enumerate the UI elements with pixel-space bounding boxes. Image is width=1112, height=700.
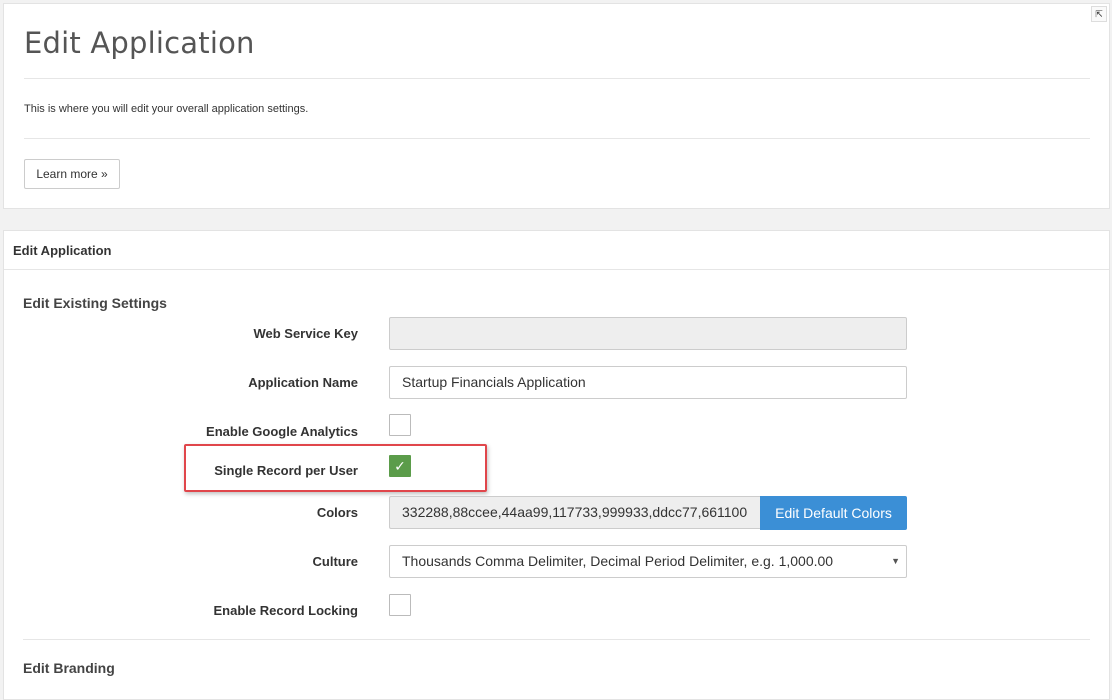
colors-label: Colors — [316, 505, 358, 520]
section-title-existing-settings: Edit Existing Settings — [23, 295, 167, 311]
single-record-label: Single Record per User — [214, 463, 358, 478]
check-icon: ✓ — [394, 458, 406, 474]
page-title: Edit Application — [24, 26, 255, 60]
web-service-key-label: Web Service Key — [253, 326, 358, 341]
expand-icon[interactable]: ⇱ — [1091, 6, 1107, 22]
section-title-branding: Edit Branding — [23, 660, 115, 676]
google-analytics-label: Enable Google Analytics — [206, 424, 358, 439]
panel-heading: Edit Application — [4, 231, 1109, 270]
edit-default-colors-button[interactable]: Edit Default Colors — [760, 496, 907, 530]
culture-selected-value: Thousands Comma Delimiter, Decimal Perio… — [402, 553, 834, 569]
colors-field: 332288,88ccee,44aa99,117733,999933,ddcc7… — [389, 496, 761, 529]
learn-more-button[interactable]: Learn more » — [24, 159, 120, 189]
culture-label: Culture — [312, 554, 359, 569]
divider — [24, 138, 1090, 139]
chevron-down-icon: ▼ — [891, 556, 900, 566]
divider — [24, 78, 1090, 79]
google-analytics-checkbox[interactable] — [389, 414, 411, 436]
web-service-key-field — [389, 317, 907, 350]
single-record-checkbox[interactable]: ✓ — [389, 455, 411, 477]
record-locking-label: Enable Record Locking — [213, 603, 358, 618]
divider — [23, 639, 1090, 640]
page-description: This is where you will edit your overall… — [24, 103, 309, 115]
record-locking-checkbox[interactable] — [389, 594, 411, 616]
culture-select[interactable]: Thousands Comma Delimiter, Decimal Perio… — [389, 545, 907, 578]
intro-panel: ⇱ Edit Application This is where you wil… — [3, 3, 1110, 209]
edit-application-panel: Edit Application Edit Existing Settings … — [3, 230, 1110, 700]
panel-heading-title: Edit Application — [13, 243, 112, 258]
application-name-input[interactable]: Startup Financials Application — [389, 366, 907, 399]
application-name-label: Application Name — [248, 375, 358, 390]
